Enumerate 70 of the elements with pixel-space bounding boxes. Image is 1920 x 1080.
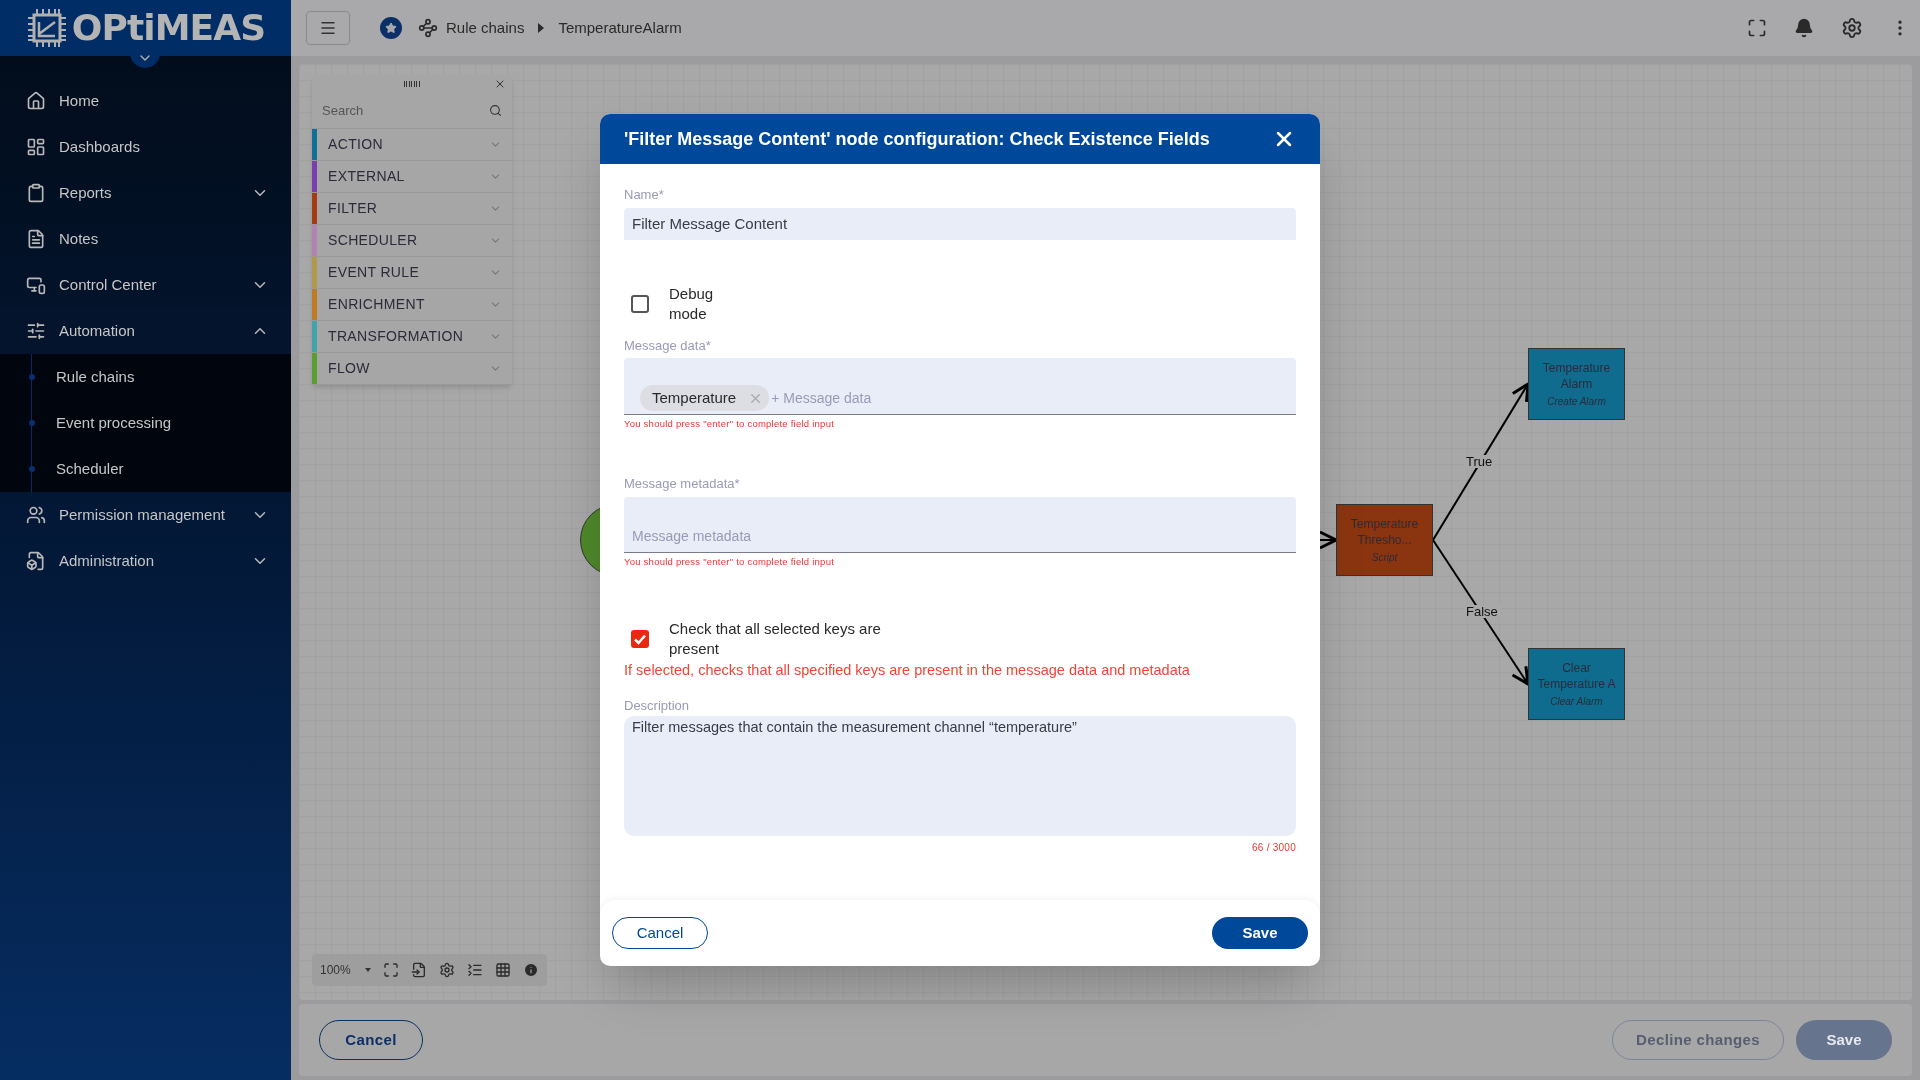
field-label: Description bbox=[624, 696, 691, 715]
category-item[interactable]: EXTERNAL bbox=[312, 161, 512, 193]
hint-text: If selected, checks that all specified keys are present in the message data and metadata bbox=[624, 661, 1191, 680]
fit-screen-icon[interactable] bbox=[382, 962, 399, 978]
dialog-title: 'Filter Message Content' node configuration: Check Existence Fields bbox=[624, 127, 1211, 151]
save-button[interactable]: Save bbox=[1212, 917, 1308, 949]
fullscreen-icon[interactable] bbox=[1747, 18, 1767, 38]
field-label: Message metadata* bbox=[624, 475, 741, 494]
rule-chain-icon bbox=[418, 18, 438, 38]
search-icon[interactable] bbox=[489, 104, 502, 117]
document-icon bbox=[26, 229, 46, 249]
breadcrumb-item[interactable]: Rule chains bbox=[446, 16, 525, 40]
dashboard-icon bbox=[26, 137, 46, 157]
zoom-select[interactable]: 100% bbox=[320, 961, 371, 979]
menu-button[interactable] bbox=[306, 11, 350, 45]
logo-text: OPtiMEAS bbox=[71, 10, 266, 46]
message-data-field[interactable]: Temperature + Message data bbox=[624, 358, 1296, 415]
import-icon[interactable] bbox=[410, 962, 427, 978]
sidebar-item[interactable]: Administration bbox=[0, 538, 291, 584]
hint-text: You should press "enter" to complete field input bbox=[624, 417, 836, 431]
category-item[interactable]: EVENT RULE bbox=[312, 257, 512, 289]
sidebar-item[interactable]: Permission management bbox=[0, 492, 291, 538]
breadcrumb-separator-icon bbox=[538, 23, 545, 33]
category-item[interactable]: FLOW bbox=[312, 353, 512, 385]
sidebar-subitem[interactable]: Scheduler bbox=[56, 457, 124, 481]
menu-icon bbox=[319, 19, 337, 37]
collapse-list-icon[interactable] bbox=[466, 962, 483, 978]
breadcrumb-item: TemperatureAlarm bbox=[558, 17, 682, 38]
save-button[interactable]: Save bbox=[1796, 1020, 1892, 1060]
message-metadata-field[interactable]: Message metadata bbox=[624, 496, 1296, 553]
connector-label: False bbox=[1464, 605, 1500, 618]
category-item[interactable]: SCHEDULER bbox=[312, 225, 512, 257]
settings-icon[interactable] bbox=[1841, 17, 1863, 39]
connector-label: True bbox=[1464, 455, 1495, 468]
users-icon bbox=[26, 505, 46, 525]
sidebar-item[interactable]: Dashboards bbox=[0, 124, 291, 170]
checkbox[interactable] bbox=[631, 294, 649, 313]
sliders-icon bbox=[26, 321, 46, 341]
name-field[interactable]: Filter Message Content bbox=[624, 207, 1296, 240]
sidebar-item[interactable]: Notes bbox=[0, 216, 291, 262]
home-icon bbox=[26, 91, 46, 111]
connector-arrow bbox=[1318, 530, 1338, 550]
hint-text: You should press "enter" to complete field input bbox=[624, 554, 836, 569]
description-field[interactable]: Filter messages that contain the measurement channel “temperature” bbox=[624, 716, 1296, 837]
info-icon[interactable] bbox=[522, 962, 539, 978]
sidebar-item[interactable]: Reports bbox=[0, 170, 291, 216]
checkbox-label: Check that all selected keys are present bbox=[669, 619, 882, 659]
grid-icon[interactable] bbox=[494, 962, 511, 978]
category-item[interactable]: ENRICHMENT bbox=[312, 289, 512, 321]
field-label: Message data* bbox=[624, 336, 712, 355]
category-item[interactable]: TRANSFORMATION bbox=[312, 321, 512, 353]
document-icon bbox=[26, 551, 46, 571]
close-icon[interactable] bbox=[494, 78, 506, 90]
devices-icon bbox=[26, 275, 46, 295]
checkbox[interactable] bbox=[631, 630, 649, 648]
search-field[interactable]: Search bbox=[322, 100, 489, 121]
chip-icon bbox=[25, 7, 68, 49]
category-item[interactable]: FILTER bbox=[312, 193, 512, 225]
sidebar-item[interactable]: Control Center bbox=[0, 262, 291, 308]
sidebar-subitem[interactable]: Rule chains bbox=[56, 365, 135, 389]
field-label: Name* bbox=[624, 186, 665, 204]
category-item[interactable]: ACTION bbox=[312, 129, 512, 161]
bell-icon[interactable] bbox=[1794, 18, 1814, 38]
checkbox-label: Debug mode bbox=[669, 283, 715, 324]
character-counter: 66 / 3000 bbox=[1252, 841, 1296, 856]
chip[interactable]: Temperature bbox=[640, 385, 770, 411]
clipboard-icon bbox=[26, 183, 46, 203]
sidebar-subitem[interactable]: Event processing bbox=[56, 411, 172, 435]
sidebar-item[interactable]: Home bbox=[0, 78, 291, 124]
settings-icon[interactable] bbox=[438, 962, 455, 978]
